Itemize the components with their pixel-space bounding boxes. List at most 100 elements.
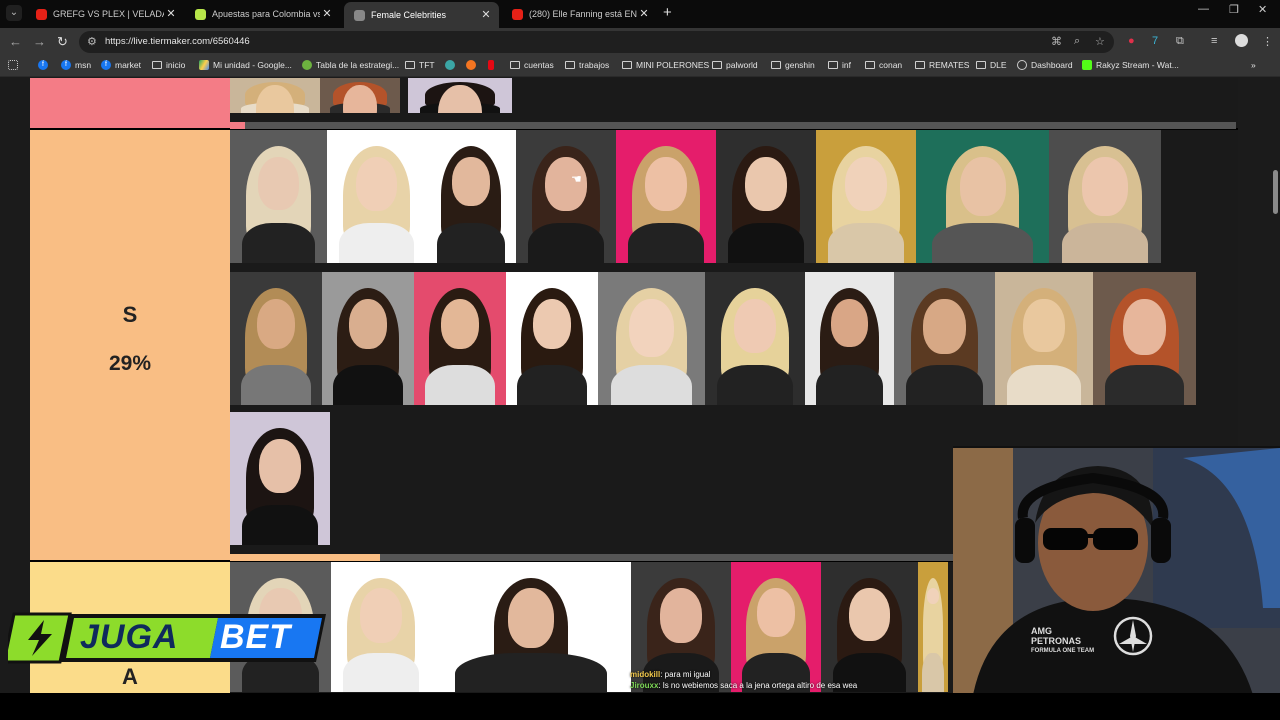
tier-label[interactable] (30, 78, 230, 128)
translate-icon[interactable]: ⌘ (1051, 35, 1062, 48)
page-scroll-thumb[interactable] (1273, 170, 1278, 214)
celebrity-photo[interactable] (327, 130, 426, 263)
bookmark-cuentas[interactable]: cuentas (510, 60, 554, 70)
portrait-body (906, 365, 983, 405)
bookmark-facebook[interactable]: f (38, 60, 52, 70)
portrait-body (241, 223, 316, 263)
extension-7tv-icon[interactable]: 7 (1152, 35, 1158, 47)
celebrity-photo[interactable] (705, 272, 805, 405)
celebrity-photo[interactable] (426, 130, 516, 263)
bookmark-dashboard[interactable]: Dashboard (1017, 60, 1073, 70)
celebrity-photo[interactable] (506, 272, 598, 405)
celebrity-photo[interactable] (230, 412, 330, 545)
new-tab-button[interactable]: + (663, 4, 672, 22)
tier-letter: A (122, 664, 138, 689)
bookmarks-overflow-icon[interactable]: » (1251, 60, 1256, 70)
celebrity-photo[interactable] (1049, 130, 1161, 263)
bookmark-dle[interactable]: DLE (976, 60, 1007, 70)
bookmark-genshin[interactable]: genshin (771, 60, 815, 70)
tier-label-s[interactable]: S 29% (30, 130, 230, 560)
menu-kebab-icon[interactable]: ⋮ (1262, 35, 1273, 48)
celebrity-photo[interactable] (408, 78, 512, 113)
profile-avatar-icon[interactable] (1235, 34, 1248, 47)
close-icon[interactable]: ✕ (164, 3, 178, 25)
crunchyroll-icon (466, 60, 476, 70)
reading-list-icon[interactable]: ≡ (1211, 35, 1217, 47)
celebrity-photo[interactable] (230, 130, 327, 263)
restore-button[interactable]: ❐ (1229, 3, 1239, 16)
close-icon[interactable]: ✕ (320, 3, 334, 25)
celebrity-photo[interactable] (322, 272, 414, 405)
bookmark-inicio[interactable]: inicio (152, 60, 185, 70)
tab-female-celebrities[interactable]: Female Celebrities ✕ (344, 2, 499, 28)
tab-search-button[interactable]: ⌄ (6, 5, 22, 21)
celebrity-photo[interactable] (598, 272, 705, 405)
celebrity-photo[interactable] (995, 272, 1093, 405)
bookmark-msn[interactable]: f msn (61, 60, 91, 70)
celebrity-photo[interactable] (716, 130, 816, 263)
close-icon[interactable]: ✕ (637, 3, 651, 25)
celebrity-photo[interactable] (1093, 272, 1196, 405)
bookmark-label: genshin (785, 60, 815, 70)
bookmark-palworld[interactable]: palworld (712, 60, 758, 70)
celebrity-photo[interactable] (230, 272, 322, 405)
tab-apuestas[interactable]: Apuestas para Colombia vs Fra ✕ (185, 3, 340, 25)
extension-record-icon[interactable]: ● (1128, 35, 1135, 47)
celebrity-photo[interactable] (616, 130, 716, 263)
bookmark-remates[interactable]: REMATES (915, 60, 969, 70)
back-icon[interactable]: ← (9, 34, 22, 50)
bookmark-crunchyroll[interactable] (466, 60, 480, 70)
celebrity-photo[interactable] (894, 272, 995, 405)
celebrity-photo[interactable] (320, 78, 400, 113)
tab-grefg[interactable]: GREFG VS PLEX | VELADA DEL A ✕ (26, 3, 184, 25)
bookmark-tabla[interactable]: Tabla de la estrategi... (302, 60, 399, 70)
celebrity-photo[interactable] (816, 130, 916, 263)
reload-icon[interactable]: ↻ (57, 34, 68, 50)
tier-scroll-thumb[interactable] (230, 122, 245, 129)
celebrity-photo[interactable] (805, 272, 894, 405)
tab-title: Apuestas para Colombia vs Fra (212, 9, 320, 19)
celebrity-photo[interactable] (916, 130, 1049, 263)
portrait-face (849, 588, 890, 641)
address-bar[interactable]: ⚙ https://live.tiermaker.com/6560446 ⌘ ⌕… (79, 31, 1114, 53)
celebrity-photo[interactable] (331, 562, 431, 692)
shirt-logo: AMG PETRONAS FORMULA ONE TEAM (1031, 626, 1094, 656)
bookmark-rakyz-stream[interactable]: Rakyz Stream - Wat... (1082, 60, 1179, 70)
celebrity-photo[interactable] (431, 562, 631, 692)
close-icon[interactable]: ✕ (479, 4, 493, 26)
portrait-body (717, 365, 793, 405)
site-info-icon[interactable]: ⚙ (87, 35, 97, 48)
bookmark-label: trabajos (579, 60, 610, 70)
bookmark-label: Mi unidad - Google... (213, 60, 292, 70)
zoom-icon[interactable]: ⌕ (1074, 35, 1080, 48)
celebrity-photo[interactable] (516, 130, 616, 263)
extensions-icon[interactable]: ⧉ (1176, 35, 1184, 48)
portrait-body (436, 223, 506, 263)
portrait-body (815, 365, 884, 405)
bookmark-drive[interactable]: Mi unidad - Google... (199, 60, 292, 70)
celebrity-photo[interactable] (414, 272, 506, 405)
celebrity-photo[interactable] (230, 78, 320, 113)
bookmark-tft[interactable]: TFT (405, 60, 435, 70)
portrait-body (455, 653, 607, 692)
bookmark-label: palworld (726, 60, 758, 70)
netflix-icon (488, 60, 494, 70)
minimize-button[interactable]: — (1198, 3, 1209, 15)
bookmark-trabajos[interactable]: trabajos (565, 60, 609, 70)
bookmark-market[interactable]: f market (101, 60, 141, 70)
celebrity-photo[interactable] (918, 562, 948, 692)
tier-scroll-thumb[interactable] (230, 554, 380, 561)
chat-line: Jirouxx: ls no webiemos saca a la jena o… (630, 680, 857, 691)
tier-scrollbar[interactable] (230, 122, 1236, 129)
bookmark-star-icon[interactable]: ☆ (1095, 35, 1105, 48)
forward-icon[interactable]: → (33, 34, 46, 50)
bookmark-inf[interactable]: inf (828, 60, 851, 70)
bookmark-mini-polerones[interactable]: MINI POLERONES (622, 60, 709, 70)
tab-elle-fanning[interactable]: (280) Elle Fanning está ENAMO ✕ (502, 3, 657, 25)
bookmark-game[interactable] (445, 60, 459, 70)
facebook-icon: f (38, 60, 48, 70)
apps-grid-icon[interactable] (8, 60, 22, 70)
bookmark-netflix[interactable] (488, 60, 498, 70)
bookmark-conan[interactable]: conan (865, 60, 902, 70)
close-window-button[interactable]: ✕ (1258, 3, 1267, 16)
